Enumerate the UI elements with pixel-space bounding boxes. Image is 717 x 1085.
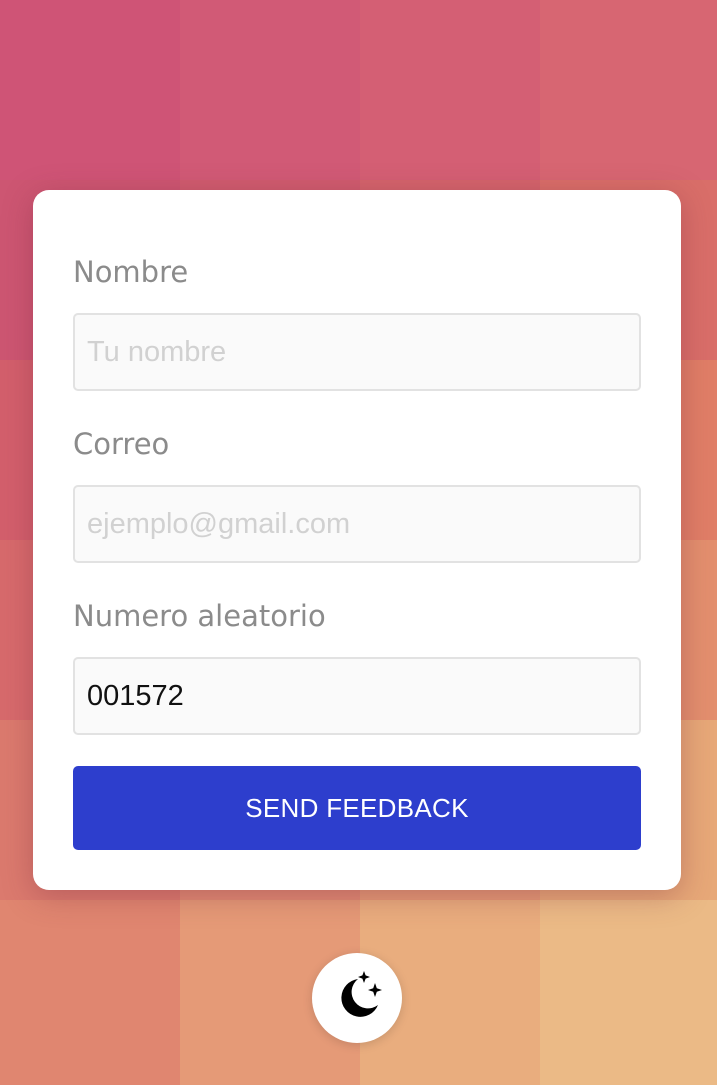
random-number-label: Numero aleatorio [73, 599, 326, 633]
background-tile [360, 0, 540, 180]
random-number-input[interactable] [73, 657, 641, 735]
background-tile [180, 0, 360, 180]
theme-toggle-button[interactable] [312, 953, 402, 1043]
feedback-form-card: Nombre Correo Numero aleatorio SEND FEED… [33, 190, 681, 890]
name-input[interactable] [73, 313, 641, 391]
background-tile [540, 900, 717, 1085]
email-label: Correo [73, 427, 170, 461]
background-tile [0, 900, 180, 1085]
name-label: Nombre [73, 255, 189, 289]
background-tile [540, 0, 717, 180]
email-input[interactable] [73, 485, 641, 563]
moon-stars-icon [341, 971, 382, 1017]
send-feedback-button[interactable]: SEND FEEDBACK [73, 766, 641, 850]
background-tile [0, 0, 180, 180]
